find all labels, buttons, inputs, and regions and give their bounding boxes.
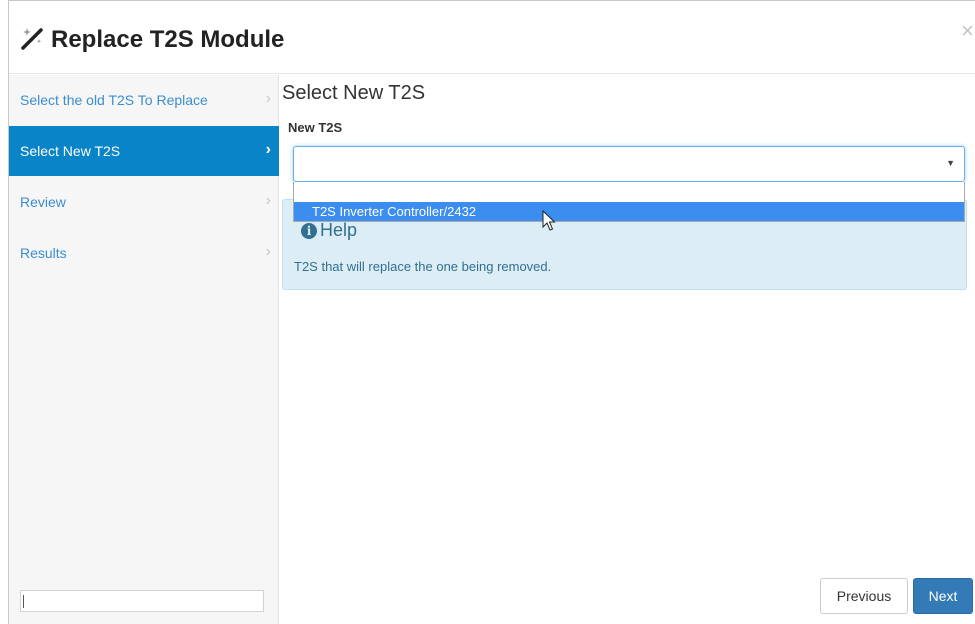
next-button[interactable]: Next	[913, 578, 973, 614]
dropdown-option[interactable]: T2S Inverter Controller/2432	[294, 202, 964, 221]
chevron-right-icon: ›	[265, 141, 271, 158]
dropdown-arrow-icon: ▼	[946, 158, 955, 168]
step-review[interactable]: Review ›	[9, 177, 279, 227]
help-title: i Help	[301, 220, 357, 241]
chevron-right-icon: ›	[265, 243, 271, 260]
new-t2s-select[interactable]: ▼	[293, 146, 965, 182]
step-label: Select New T2S	[20, 143, 121, 159]
close-icon[interactable]: ×	[961, 19, 974, 43]
select-dropdown: T2S Inverter Controller/2432	[293, 182, 965, 222]
new-t2s-label: New T2S	[288, 120, 343, 135]
sidebar-text-field[interactable]	[20, 590, 264, 612]
page-title: Select New T2S	[282, 82, 426, 104]
step-label: Results	[20, 245, 67, 261]
step-label: Review	[20, 194, 66, 210]
chevron-right-icon: ›	[265, 192, 271, 209]
help-title-text: Help	[320, 220, 358, 240]
step-results[interactable]: Results ›	[9, 228, 279, 278]
modal-title: Replace T2S Module	[51, 26, 285, 53]
step-select-old-t2s[interactable]: Select the old T2S To Replace ›	[9, 75, 279, 125]
modal-header: Replace T2S Module ×	[9, 1, 975, 74]
chevron-right-icon: ›	[265, 90, 271, 107]
dropdown-search-input[interactable]	[294, 182, 964, 202]
help-text: T2S that will replace the one being remo…	[294, 259, 552, 274]
magic-wand-icon	[21, 28, 43, 50]
main-content: Select New T2S New T2S i Help T2S that wi…	[282, 74, 967, 624]
info-icon: i	[301, 223, 317, 239]
step-select-new-t2s[interactable]: Select New T2S ›	[9, 126, 279, 176]
wizard-steps-sidebar: Select the old T2S To Replace › Select N…	[9, 75, 279, 624]
step-label: Select the old T2S To Replace	[20, 92, 208, 108]
mouse-pointer-icon	[542, 210, 556, 231]
previous-button[interactable]: Previous	[820, 578, 908, 614]
